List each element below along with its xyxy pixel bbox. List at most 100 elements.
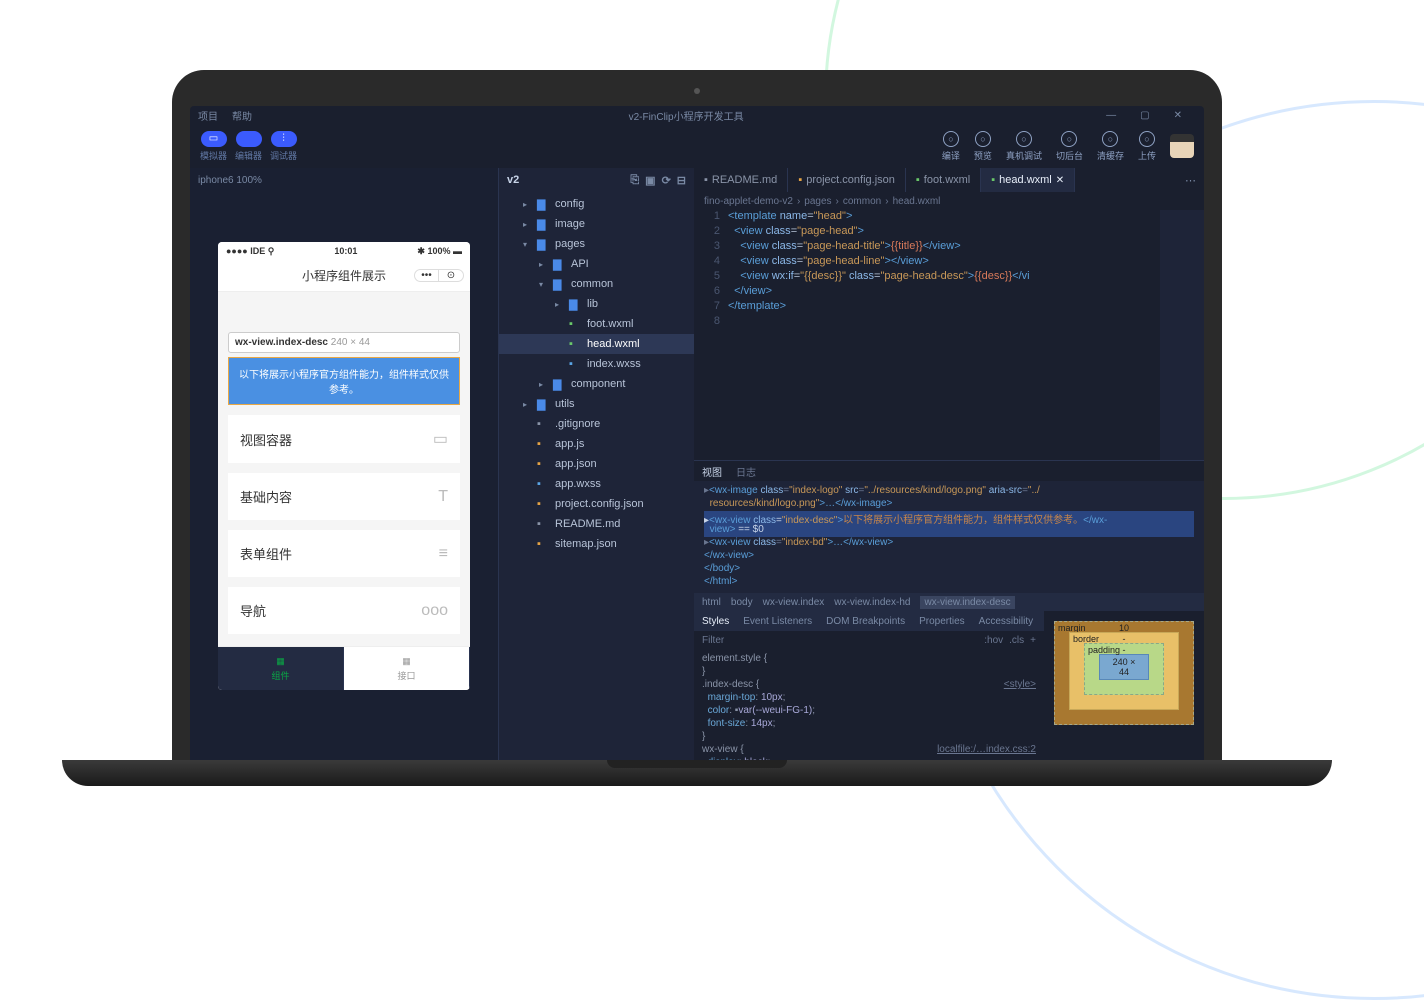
ide-screen: 项目 帮助 v2-FinClip小程序开发工具 — ▢ ✕ ▭模拟器编辑器 ⫶调试… [190, 106, 1204, 780]
status-time: 10:01 [274, 246, 417, 256]
window-title: v2-FinClip小程序开发工具 [266, 108, 1106, 123]
menubar: 项目 帮助 v2-FinClip小程序开发工具 — ▢ ✕ [190, 106, 1204, 124]
minimap[interactable] [1160, 210, 1204, 460]
editor-tab[interactable]: ▪README.md [694, 168, 788, 192]
tree-item[interactable]: ▪head.wxml [499, 334, 694, 354]
toolbar: ▭模拟器编辑器 ⫶调试器 ○编译 ○预览 ○真机调试 ○切后台 ○清缓存 ○上传 [190, 124, 1204, 168]
nav-bar: 小程序组件展示 ••• ⊙ [218, 260, 470, 292]
editor-tabs: ▪README.md▪project.config.json▪foot.wxml… [694, 168, 1204, 192]
dom-tree[interactable]: ▸<wx-image class="index-logo" src="../re… [694, 481, 1204, 593]
explorer-header[interactable]: v2 ⎘ ▣ ⟳ ⊟ [499, 168, 694, 192]
tree-item[interactable]: ▪project.config.json [499, 494, 694, 514]
dom-crumb[interactable]: html [702, 597, 721, 608]
capsule-more[interactable]: ••• [415, 270, 439, 281]
avatar[interactable] [1170, 134, 1194, 158]
menu-help[interactable]: 帮助 [232, 108, 252, 123]
window-controls: — ▢ ✕ [1106, 110, 1196, 121]
tree-item[interactable]: ▸▇lib [499, 294, 694, 314]
toolbar-button[interactable]: ○编译 [942, 131, 960, 162]
tree-item[interactable]: ▪.gitignore [499, 414, 694, 434]
menu-item[interactable]: 视图容器▭ [228, 415, 460, 463]
styles-subtab[interactable]: DOM Breakpoints [826, 616, 905, 627]
editor-panel: ▪README.md▪project.config.json▪foot.wxml… [694, 168, 1204, 780]
mode-tabs: ▭模拟器编辑器 ⫶调试器 [200, 131, 297, 162]
devtools-tab[interactable]: 日志 [736, 464, 756, 479]
code-editor[interactable]: 12345678 <template name="head"> <view cl… [694, 210, 1204, 460]
box-model[interactable]: margin 10 border - padding - 240 × 44 [1044, 611, 1204, 780]
nav-title: 小程序组件展示 [302, 267, 386, 284]
highlighted-element[interactable]: 以下将展示小程序官方组件能力，组件样式仅供参考。 [228, 357, 460, 405]
inspect-tooltip: wx-view.index-desc 240 × 44 [228, 332, 460, 353]
status-bar: ●●●● IDE ⚲ 10:01 ✱ 100% ▬ [218, 242, 470, 260]
tree-item[interactable]: ▸▇API [499, 254, 694, 274]
dom-crumb[interactable]: wx-view.index-hd [834, 597, 910, 608]
preview-body: wx-view.index-desc 240 × 44 以下将展示小程序官方组件… [218, 292, 470, 644]
breadcrumb-segment[interactable]: head.wxml [893, 196, 941, 207]
toolbar-button[interactable]: ○上传 [1138, 131, 1156, 162]
editor-tab[interactable]: ▪head.wxml✕ [981, 168, 1075, 192]
tree-item[interactable]: ▪README.md [499, 514, 694, 534]
tabbar-item[interactable]: ▦接口 [344, 647, 470, 690]
breadcrumb-segment[interactable]: fino-applet-demo-v2 [704, 196, 793, 207]
menu-list: 视图容器▭ 基础内容T 表单组件≡ 导航ooo [228, 415, 460, 634]
tree-item[interactable]: ▸▇utils [499, 394, 694, 414]
menu-project[interactable]: 项目 [198, 108, 218, 123]
toolbar-button[interactable]: ○预览 [974, 131, 992, 162]
tree-item[interactable]: ▾▇pages [499, 234, 694, 254]
devtools: 视图日志 ▸<wx-image class="index-logo" src="… [694, 460, 1204, 780]
more-tabs-icon[interactable]: ⋯ [1177, 174, 1204, 187]
dom-crumb[interactable]: wx-view.index [763, 597, 825, 608]
battery-label: ✱ 100% ▬ [417, 246, 462, 257]
dom-crumb[interactable]: body [731, 597, 753, 608]
menu-item[interactable]: 导航ooo [228, 587, 460, 634]
editor-tab[interactable]: ▪project.config.json [788, 168, 906, 192]
editor-tab[interactable]: ▪foot.wxml [906, 168, 981, 192]
sim-device-label[interactable]: iphone6 100% [190, 168, 498, 192]
signal-label: ●●●● IDE ⚲ [226, 246, 274, 257]
toolbar-right: ○编译 ○预览 ○真机调试 ○切后台 ○清缓存 ○上传 [942, 131, 1194, 162]
breadcrumb-segment[interactable]: common [843, 196, 881, 207]
tree-item[interactable]: ▪app.wxss [499, 474, 694, 494]
devtools-tab[interactable]: 视图 [702, 464, 722, 479]
maximize-icon[interactable]: ▢ [1140, 110, 1149, 121]
toolbar-button[interactable]: ○清缓存 [1097, 131, 1124, 162]
mode-tab[interactable]: 编辑器 [235, 131, 262, 162]
tree-item[interactable]: ▾▇common [499, 274, 694, 294]
add-rule-icon[interactable]: + [1030, 635, 1036, 646]
styles-subtab[interactable]: Event Listeners [743, 616, 812, 627]
styles-subtab[interactable]: Properties [919, 616, 965, 627]
tree-item[interactable]: ▸▇image [499, 214, 694, 234]
breadcrumb-segment[interactable]: pages [804, 196, 831, 207]
refresh-icon[interactable]: ⟳ [662, 174, 671, 187]
laptop-base [62, 760, 1332, 786]
mode-tab[interactable]: ▭模拟器 [200, 131, 227, 162]
mode-tab[interactable]: ⫶调试器 [270, 131, 297, 162]
styles-subtab[interactable]: Styles [702, 616, 729, 627]
toolbar-button[interactable]: ○切后台 [1056, 131, 1083, 162]
simulator-panel: iphone6 100% ●●●● IDE ⚲ 10:01 ✱ 100% ▬ 小… [190, 168, 498, 780]
tree-item[interactable]: ▪foot.wxml [499, 314, 694, 334]
tree-item[interactable]: ▪index.wxss [499, 354, 694, 374]
tree-item[interactable]: ▸▇component [499, 374, 694, 394]
hov-toggle[interactable]: :hov [984, 635, 1003, 646]
filter-input[interactable]: Filter [702, 635, 724, 646]
toolbar-button[interactable]: ○真机调试 [1006, 131, 1042, 162]
dom-crumb[interactable]: wx-view.index-desc [920, 596, 1014, 609]
cls-toggle[interactable]: .cls [1009, 635, 1024, 646]
collapse-icon[interactable]: ⊟ [677, 174, 686, 187]
tree-item[interactable]: ▪app.json [499, 454, 694, 474]
menu-item[interactable]: 表单组件≡ [228, 530, 460, 577]
new-file-icon[interactable]: ⎘ [630, 174, 639, 187]
tree-item[interactable]: ▪sitemap.json [499, 534, 694, 554]
new-folder-icon[interactable]: ▣ [645, 174, 655, 187]
tabbar-item[interactable]: ▦组件 [218, 647, 344, 690]
close-tab-icon: ✕ [1056, 175, 1064, 186]
styles-subtab[interactable]: Accessibility [979, 616, 1033, 627]
minimize-icon[interactable]: — [1106, 110, 1116, 121]
tree-item[interactable]: ▸▇config [499, 194, 694, 214]
close-icon[interactable]: ✕ [1174, 110, 1182, 121]
tree-item[interactable]: ▪app.js [499, 434, 694, 454]
menu-item[interactable]: 基础内容T [228, 473, 460, 520]
devtools-tabs: 视图日志 [694, 461, 1204, 481]
capsule-close[interactable]: ⊙ [439, 270, 463, 281]
